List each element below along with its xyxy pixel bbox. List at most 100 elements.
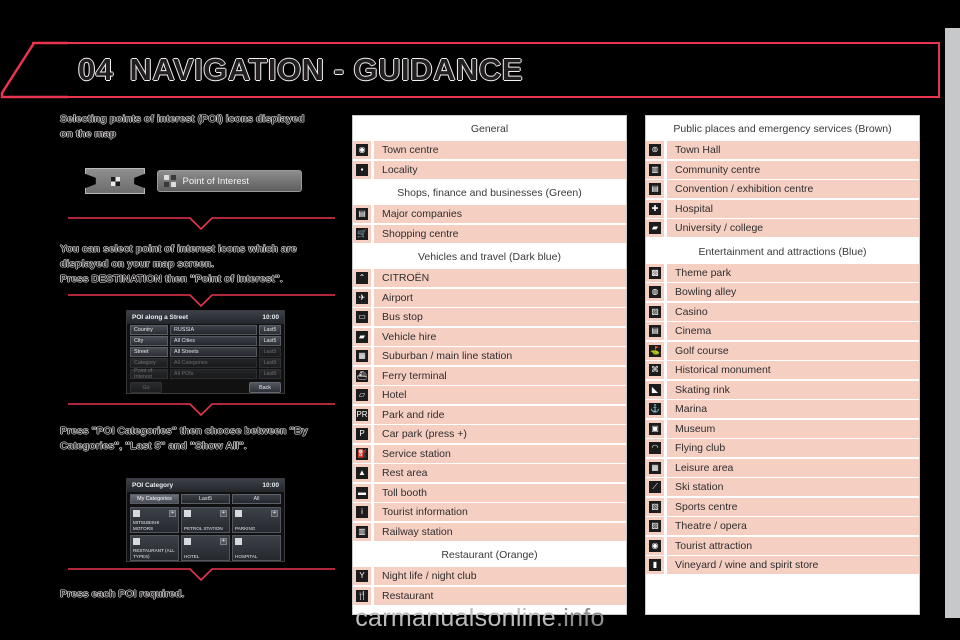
category-icon — [133, 510, 140, 517]
poi-icon-cell: ▬ — [353, 483, 371, 502]
poi-row: ✚ Hospital — [646, 199, 919, 218]
category-cell[interactable]: HOSPITAL — [232, 535, 281, 561]
poi-row: ▥ Community centre — [646, 160, 919, 179]
poi-row: ▤ Cinema — [646, 322, 919, 340]
screen-poi-along-street: POI along a Street 10:00 Country RUSSIA … — [126, 310, 285, 394]
row-value[interactable]: All Cities — [170, 336, 257, 346]
page-header: 04 NAVIGATION - GUIDANCE — [0, 41, 940, 99]
golf-course-icon: ⛳ — [649, 344, 661, 357]
poi-icon-cell: ▣ — [646, 419, 664, 438]
row-label: Country — [130, 325, 168, 335]
go-button[interactable]: Go — [130, 382, 162, 393]
bus-stop-icon: ▭ — [356, 311, 368, 323]
sports-centre-icon: ▧ — [649, 500, 661, 513]
screen1-row[interactable]: City All Cities Last5 — [127, 335, 284, 346]
tab-last5[interactable]: Last5 — [181, 494, 230, 504]
tab-my-categories[interactable]: My Categories — [130, 494, 179, 504]
row-label: Point of Interest — [130, 368, 168, 380]
poi-label: Hotel — [374, 386, 626, 404]
poi-label: Community centre — [667, 160, 919, 179]
poi-row: ✈ Airport — [353, 288, 626, 307]
vineyard-icon: ▮ — [649, 559, 661, 571]
poi-row: ⛽ Service station — [353, 444, 626, 463]
poi-controls-illustration: Point of Interest — [85, 168, 302, 194]
shopping-centre-icon: 🛒 — [356, 227, 368, 240]
paragraph-3: Press "POI Categories" then choose betwe… — [60, 425, 308, 453]
poi-row: ▰ University / college — [646, 219, 919, 237]
poi-label: Historical monument — [667, 361, 919, 379]
row-action[interactable]: Last5 — [259, 336, 281, 346]
restaurant-icon: 🍴 — [356, 589, 368, 602]
poi-label: Locality — [374, 160, 626, 179]
poi-label: Town centre — [374, 141, 626, 159]
poi-row: ▣ Museum — [646, 419, 919, 438]
add-icon[interactable]: + — [220, 538, 227, 545]
poi-grid-icon — [164, 175, 176, 187]
category-cell[interactable]: + HOTEL — [181, 535, 230, 561]
poi-row: Y Night life / night club — [353, 567, 626, 585]
section-heading: Public places and emergency services (Br… — [646, 116, 919, 141]
screen1-clock: 10:00 — [262, 314, 279, 321]
poi-icon-cell: ▲ — [353, 464, 371, 482]
poi-icon-cell: ▧ — [646, 497, 664, 516]
skating-rink-icon: ◣ — [649, 383, 661, 396]
category-cell[interactable]: RESTAURANT (ALL TYPES) — [130, 535, 179, 561]
screen1-row[interactable]: Street All Streets Last5 — [127, 346, 284, 357]
poi-label: Golf course — [667, 341, 919, 360]
poi-row: ▥ Railway station — [353, 522, 626, 541]
category-cell[interactable]: + PARKING — [232, 507, 281, 533]
category-label: HOSPITAL — [235, 553, 258, 559]
poi-label: Cinema — [667, 322, 919, 340]
back-button[interactable]: Back — [249, 382, 281, 393]
poi-row: ⛴ Ferry terminal — [353, 366, 626, 385]
watermark-main: carmanualsonline — [355, 604, 556, 632]
museum-icon: ▣ — [649, 422, 661, 435]
row-value: All Categories — [170, 358, 257, 368]
poi-label: Restaurant — [374, 586, 626, 605]
poi-icon-cell: ▰ — [646, 219, 664, 237]
convention-centre-icon: ▤ — [649, 183, 661, 195]
poi-icon-cell: ◍ — [646, 283, 664, 301]
marina-icon: ⚓ — [649, 403, 661, 415]
town-hall-icon: ⊚ — [649, 144, 661, 156]
poi-label: Museum — [667, 419, 919, 438]
category-cell[interactable]: + MITSUBISHI MOTORS — [130, 507, 179, 533]
poi-icon-cell: ▱ — [353, 386, 371, 404]
watermark: carmanualsonline.info — [0, 604, 960, 633]
poi-row: ⌃ CITROËN — [353, 269, 626, 287]
university-icon: ▰ — [649, 222, 661, 234]
screen1-row: Point of Interest All POIs Last5 — [127, 368, 284, 380]
add-icon[interactable]: + — [271, 510, 278, 517]
row-action[interactable]: Last5 — [259, 347, 281, 357]
tab-all[interactable]: All — [232, 494, 281, 504]
row-action[interactable]: Last5 — [259, 325, 281, 335]
town-centre-icon: ◉ — [356, 144, 368, 156]
poi-label: Leisure area — [667, 458, 919, 477]
poi-label: Hospital — [667, 199, 919, 218]
category-label: MITSUBISHI MOTORS — [133, 520, 160, 531]
add-icon[interactable]: + — [169, 510, 176, 517]
category-icon — [184, 538, 191, 545]
poi-row: ◍ Bowling alley — [646, 283, 919, 301]
row-value[interactable]: All Streets — [170, 347, 257, 357]
screen1-row[interactable]: Country RUSSIA Last5 — [127, 324, 284, 335]
row-label: City — [130, 336, 168, 346]
poi-row: ▬ Toll booth — [353, 483, 626, 502]
screen1-row: Category All Categories Last5 — [127, 357, 284, 368]
divider-chevron-4 — [68, 564, 335, 582]
category-cell[interactable]: + PETROL STATION — [181, 507, 230, 533]
poi-icon-cell: ◣ — [646, 380, 664, 399]
poi-label: Tourist attraction — [667, 536, 919, 555]
hospital-icon: ✚ — [649, 202, 661, 215]
paragraph-4: Press each POI required. — [60, 588, 185, 600]
add-icon[interactable]: + — [220, 510, 227, 517]
header-slash-decoration — [0, 41, 70, 99]
casino-icon: ▨ — [649, 305, 661, 318]
poi-icon-cell: ⌘ — [646, 361, 664, 379]
poi-menu-bar[interactable]: Point of Interest — [157, 170, 302, 192]
chapter-title: NAVIGATION - GUIDANCE — [129, 52, 523, 87]
theme-park-icon: ▩ — [649, 266, 661, 279]
hardware-menu-button[interactable] — [85, 168, 145, 194]
poi-label: Airport — [374, 288, 626, 307]
row-value[interactable]: RUSSIA — [170, 325, 257, 335]
